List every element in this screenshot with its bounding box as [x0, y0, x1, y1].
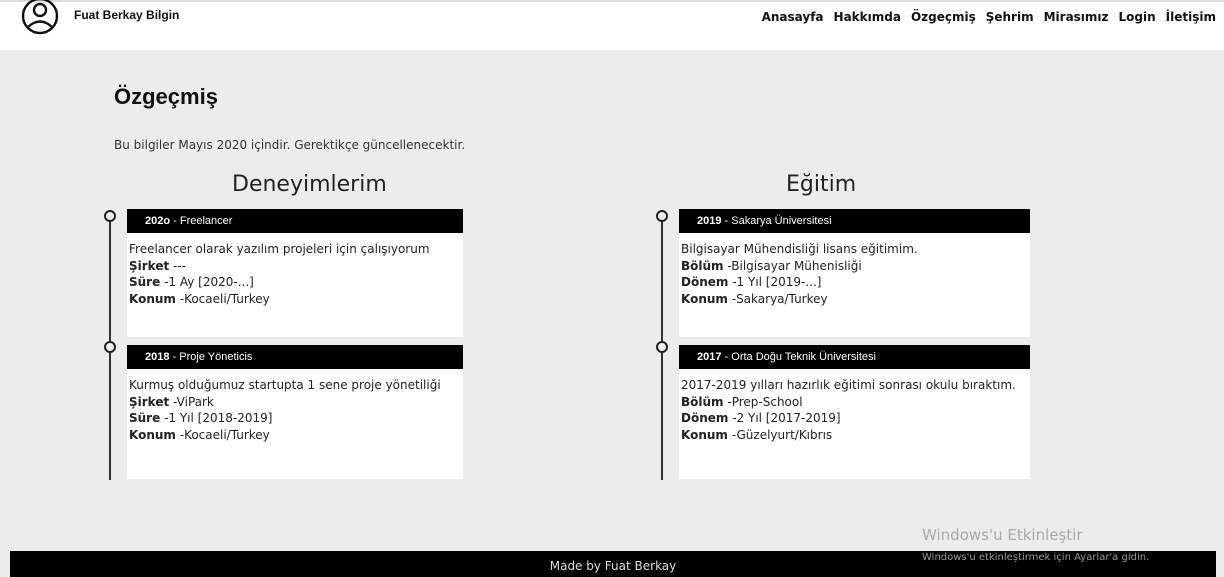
education-card: 2017 - Orta Doğu Teknik Üniversitesi 201… — [679, 345, 1030, 479]
nav-item-ozgecmis[interactable]: Özgeçmiş — [911, 10, 976, 24]
department-value: -Prep-School — [723, 394, 803, 409]
period-value: -2 Yıl [2017-2019] — [728, 411, 841, 425]
nav-item-anasayfa[interactable]: Anasayfa — [762, 10, 824, 24]
nav-item-sehrim[interactable]: Şehrim — [986, 10, 1034, 24]
card-description: 2017-2019 yılları hazırlık eğitimi sonra… — [681, 378, 1016, 392]
period-label: Dönem — [681, 275, 729, 289]
card-header: 202o - Freelancer — [127, 209, 463, 233]
card-title: - Sakarya Üniversitesi — [721, 215, 832, 227]
card-description: Freelancer olarak yazılım projeleri için… — [129, 242, 430, 256]
nav-item-iletisim[interactable]: İletişim — [1166, 10, 1216, 24]
user-circle-icon[interactable] — [20, 0, 60, 36]
location-label: Konum — [129, 291, 176, 306]
card-title: - Proje Yöneticis — [169, 351, 253, 363]
duration-label: Süre — [129, 411, 161, 425]
card-year: 2018 — [145, 351, 170, 363]
experience-card: 202o - Freelancer Freelancer olarak yazı… — [127, 209, 463, 337]
brand-name[interactable]: Fuat Berkay Bilgin — [74, 8, 179, 22]
page-title: Özgeçmiş — [114, 84, 218, 109]
card-year: 2017 — [697, 351, 722, 363]
department-value: -Bilgisayar Mühenisliği — [723, 258, 862, 273]
main-nav: Anasayfa Hakkımda Özgeçmiş Şehrim Mirası… — [762, 10, 1216, 24]
location-label: Konum — [129, 427, 176, 442]
page-note: Bu bilgiler Mayıs 2020 içindir. Gerektik… — [114, 138, 466, 152]
timeline-dot — [656, 210, 668, 222]
duration-value: -1 Yıl [2018-2019] — [160, 411, 273, 425]
card-title: - Freelancer — [170, 215, 233, 227]
location-value: -Sakarya/Turkey — [727, 291, 828, 306]
duration-value: -1 Ay [2020-...] — [160, 275, 254, 289]
department-label: Bölüm — [681, 394, 724, 409]
nav-item-mirasimiz[interactable]: Mirasımız — [1044, 10, 1109, 24]
location-value: -Güzelyurt/Kıbrıs — [727, 427, 833, 442]
location-label: Konum — [681, 427, 728, 442]
card-header: 2019 - Sakarya Üniversitesi — [679, 209, 1030, 233]
card-year: 2019 — [697, 215, 722, 227]
period-label: Dönem — [681, 411, 729, 425]
company-label: Şirket — [129, 258, 170, 273]
timeline-dot — [104, 341, 116, 353]
timeline-dot — [656, 341, 668, 353]
timeline-dot — [104, 210, 116, 222]
company-label: Şirket — [129, 394, 170, 409]
duration-label: Süre — [129, 275, 161, 289]
location-value: -Kocaeli/Turkey — [175, 427, 270, 442]
nav-item-hakkimda[interactable]: Hakkımda — [834, 10, 901, 24]
nav-item-login[interactable]: Login — [1119, 10, 1156, 24]
location-value: -Kocaeli/Turkey — [175, 291, 270, 306]
card-description: Kurmuş olduğumuz startupta 1 sene proje … — [129, 378, 441, 392]
experience-card: 2018 - Proje Yöneticis Kurmuş olduğumuz … — [127, 345, 463, 479]
navbar: Fuat Berkay Bilgin Anasayfa Hakkımda Özg… — [0, 0, 1224, 50]
experience-heading: Deneyimlerim — [232, 172, 387, 197]
department-label: Bölüm — [681, 258, 724, 273]
activation-watermark-subtitle: Windows'u etkinleştirmek için Ayarlar'a … — [922, 552, 1150, 563]
location-label: Konum — [681, 291, 728, 306]
card-header: 2018 - Proje Yöneticis — [127, 345, 463, 369]
education-heading: Eğitim — [786, 172, 857, 197]
company-value: --- — [169, 258, 187, 273]
education-card: 2019 - Sakarya Üniversitesi Bilgisayar M… — [679, 209, 1030, 337]
card-description: Bilgisayar Mühendisliği lisans eğitimim. — [681, 242, 918, 256]
card-year: 202o — [145, 215, 171, 227]
activation-watermark-title: Windows'u Etkinleştir — [922, 526, 1083, 544]
company-value: -ViPark — [169, 394, 214, 409]
card-header: 2017 - Orta Doğu Teknik Üniversitesi — [679, 345, 1030, 369]
period-value: -1 Yıl [2019-...] — [728, 275, 822, 289]
card-title: - Orta Doğu Teknik Üniversitesi — [721, 351, 876, 363]
